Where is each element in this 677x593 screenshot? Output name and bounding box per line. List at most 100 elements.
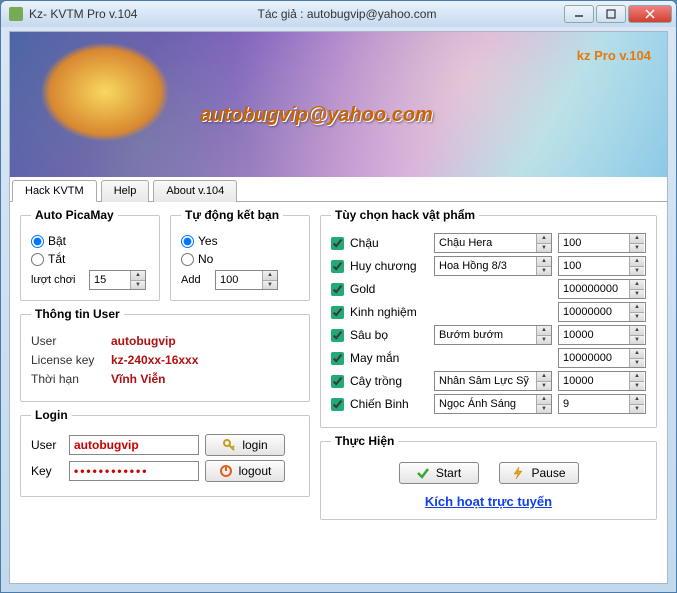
spin-up-icon[interactable]: ▲ [630, 349, 644, 359]
hack-value-spinner[interactable]: ▲▼ [558, 233, 646, 253]
hack-checkbox[interactable] [331, 237, 344, 250]
spin-down-icon[interactable]: ▼ [630, 336, 644, 345]
group-user-info: Thông tin User User autobugvip License k… [20, 307, 310, 402]
hack-value-spinner[interactable]: ▲▼ [558, 325, 646, 345]
spin-up-icon[interactable]: ▲ [630, 395, 644, 405]
chevron-down-icon[interactable]: ▼ [537, 336, 551, 345]
label-login-user: User [31, 438, 63, 452]
chevron-up-icon[interactable]: ▲ [537, 257, 551, 267]
hack-value-spinner[interactable]: ▲▼ [558, 394, 646, 414]
hack-combo[interactable]: Nhân Sâm Lực Sỹ▲▼ [434, 371, 552, 391]
spin-up-icon[interactable]: ▲ [630, 372, 644, 382]
hack-value-input[interactable] [559, 234, 629, 252]
chevron-up-icon[interactable]: ▲ [537, 372, 551, 382]
hack-value-input[interactable] [559, 257, 629, 275]
radio-picamay-on[interactable]: Bật [31, 234, 149, 248]
activate-link[interactable]: Kích hoạt trực tuyến [331, 494, 646, 509]
spinner-plays[interactable]: ▲▼ [89, 270, 146, 290]
chevron-down-icon[interactable]: ▼ [537, 267, 551, 276]
spin-down-icon[interactable]: ▼ [630, 313, 644, 322]
hack-value-spinner[interactable]: ▲▼ [558, 348, 646, 368]
radio-friend-yes-input[interactable] [181, 235, 194, 248]
radio-picamay-on-input[interactable] [31, 235, 44, 248]
minimize-button[interactable] [564, 5, 594, 23]
maximize-icon [606, 9, 616, 19]
chevron-up-icon[interactable]: ▲ [537, 326, 551, 336]
login-button[interactable]: login [205, 434, 285, 456]
start-button[interactable]: Start [399, 462, 479, 484]
hack-value-input[interactable] [559, 395, 629, 413]
hack-value-spinner[interactable]: ▲▼ [558, 256, 646, 276]
spin-down-icon[interactable]: ▼ [263, 281, 277, 290]
hack-value-input[interactable] [559, 303, 629, 321]
hack-value-spinner[interactable]: ▲▼ [558, 279, 646, 299]
input-friend-add[interactable] [216, 271, 262, 289]
hack-combo[interactable]: Bướm bướm▲▼ [434, 325, 552, 345]
spin-up-icon[interactable]: ▲ [630, 257, 644, 267]
tab-about[interactable]: About v.104 [153, 180, 237, 202]
spin-down-icon[interactable]: ▼ [630, 290, 644, 299]
chevron-up-icon[interactable]: ▲ [537, 395, 551, 405]
value-user: autobugvip [111, 334, 176, 348]
tab-help[interactable]: Help [101, 180, 150, 202]
hack-combo[interactable]: Hoa Hồng 8/3▲▼ [434, 256, 552, 276]
hack-label: Huy chương [350, 259, 428, 273]
input-plays[interactable] [90, 271, 130, 289]
spin-down-icon[interactable]: ▼ [630, 405, 644, 414]
hack-label: May mắn [350, 351, 428, 365]
hack-label: Kinh nghiệm [350, 305, 428, 319]
hack-value-input[interactable] [559, 349, 629, 367]
hack-checkbox[interactable] [331, 283, 344, 296]
radio-friend-yes[interactable]: Yes [181, 234, 299, 248]
spin-up-icon[interactable]: ▲ [630, 280, 644, 290]
tab-hack-kvtm[interactable]: Hack KVTM [12, 180, 97, 202]
close-button[interactable] [628, 5, 672, 23]
spin-up-icon[interactable]: ▲ [630, 234, 644, 244]
tab-panel: Auto PicaMay Bật Tắt lượt chơi [10, 202, 667, 583]
chevron-down-icon[interactable]: ▼ [537, 405, 551, 414]
spin-down-icon[interactable]: ▼ [630, 244, 644, 253]
spin-down-icon[interactable]: ▼ [630, 359, 644, 368]
input-login-user[interactable] [69, 435, 199, 455]
hack-checkbox[interactable] [331, 306, 344, 319]
label-login-key: Key [31, 464, 63, 478]
hack-combo[interactable]: Chậu Hera▲▼ [434, 233, 552, 253]
hack-value-spinner[interactable]: ▲▼ [558, 371, 646, 391]
hack-checkbox[interactable] [331, 329, 344, 342]
spin-down-icon[interactable]: ▼ [630, 382, 644, 391]
radio-picamay-off[interactable]: Tắt [31, 252, 149, 266]
hack-checkbox[interactable] [331, 352, 344, 365]
hack-checkbox[interactable] [331, 260, 344, 273]
spin-down-icon[interactable]: ▼ [131, 281, 145, 290]
spin-up-icon[interactable]: ▲ [630, 303, 644, 313]
logout-button[interactable]: logout [205, 460, 285, 482]
hack-row: Huy chươngHoa Hồng 8/3▲▼▲▼ [331, 256, 646, 276]
hack-row: Sâu bọBướm bướm▲▼▲▼ [331, 325, 646, 345]
chevron-up-icon[interactable]: ▲ [537, 234, 551, 244]
chevron-down-icon[interactable]: ▼ [537, 382, 551, 391]
spin-down-icon[interactable]: ▼ [630, 267, 644, 276]
radio-picamay-off-input[interactable] [31, 253, 44, 266]
hack-combo[interactable]: Ngọc Ánh Sáng▲▼ [434, 394, 552, 414]
window-title: Kz- KVTM Pro v.104 [29, 7, 137, 21]
spinner-friend-add[interactable]: ▲▼ [215, 270, 278, 290]
group-auto-picamay: Auto PicaMay Bật Tắt lượt chơi [20, 208, 160, 301]
pause-button[interactable]: Pause [499, 462, 579, 484]
spin-up-icon[interactable]: ▲ [263, 271, 277, 281]
hack-checkbox[interactable] [331, 375, 344, 388]
hack-value-input[interactable] [559, 372, 629, 390]
titlebar[interactable]: Kz- KVTM Pro v.104 Tác giả : autobugvip@… [1, 1, 676, 27]
maximize-button[interactable] [596, 5, 626, 23]
hack-value-input[interactable] [559, 280, 629, 298]
hack-value-input[interactable] [559, 326, 629, 344]
chevron-down-icon[interactable]: ▼ [537, 244, 551, 253]
radio-friend-no[interactable]: No [181, 252, 299, 266]
legend-exec: Thực Hiện [331, 434, 398, 448]
spin-up-icon[interactable]: ▲ [630, 326, 644, 336]
spin-up-icon[interactable]: ▲ [131, 271, 145, 281]
radio-friend-no-input[interactable] [181, 253, 194, 266]
hack-label: Sâu bọ [350, 328, 428, 342]
hack-checkbox[interactable] [331, 398, 344, 411]
hack-value-spinner[interactable]: ▲▼ [558, 302, 646, 322]
input-login-key[interactable] [69, 461, 199, 481]
